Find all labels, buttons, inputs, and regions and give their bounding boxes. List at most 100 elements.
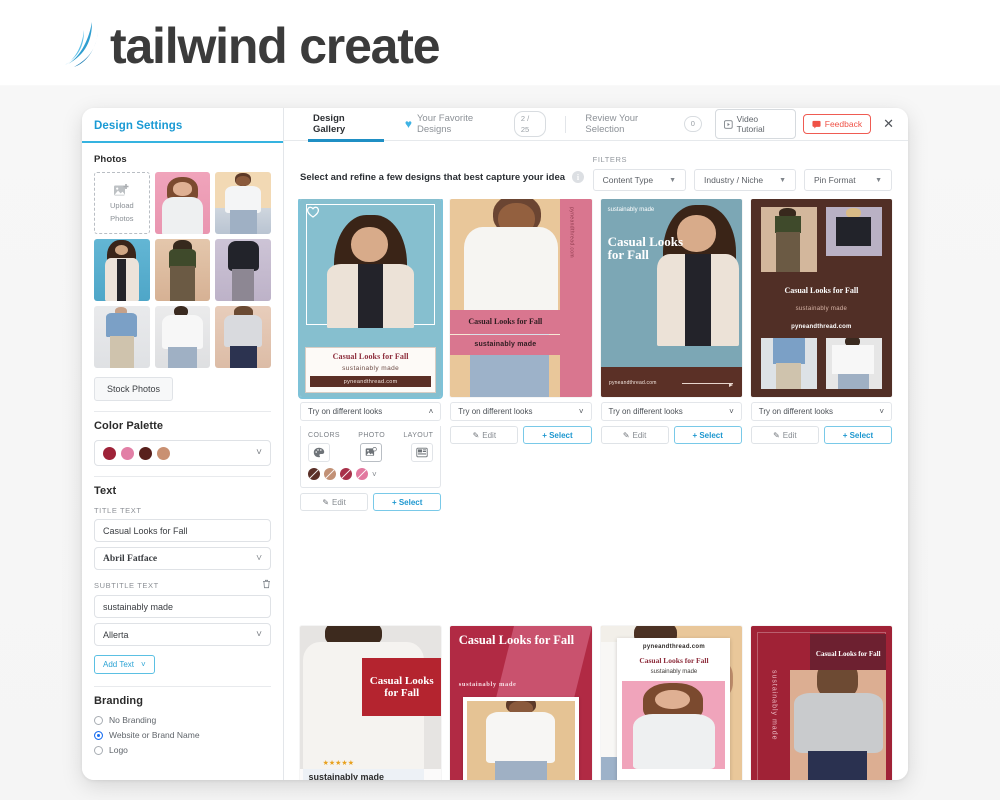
chevron-down-icon[interactable]: ˅: [372, 470, 377, 479]
select-button[interactable]: + Select: [523, 426, 592, 444]
poster-subtitle: sustainably made: [770, 669, 778, 741]
close-icon[interactable]: ✕: [879, 116, 898, 132]
feedback-button[interactable]: Feedback: [802, 114, 872, 134]
image-plus-icon: [114, 184, 129, 196]
caret-down-icon: ▼: [779, 176, 786, 184]
design-preview-8[interactable]: Casual Looks for Fall sustainably made p…: [750, 626, 892, 780]
color-variant-4[interactable]: [356, 468, 368, 480]
tab-review-your-selection[interactable]: Review Your Selection 0: [572, 108, 715, 141]
design-preview-7[interactable]: pyneandthread.com Casual Looks for Fall …: [600, 626, 742, 780]
photo-thumb[interactable]: [154, 239, 211, 301]
design-card: Casual Looks for Fall sustainably made p…: [750, 199, 892, 511]
filter-label: Pin Format: [814, 175, 856, 185]
filter-industry-niche[interactable]: Industry / Niche ▼: [694, 169, 796, 191]
edit-button[interactable]: ✎ Edit: [300, 493, 369, 511]
filter-label: Content Type: [602, 175, 654, 185]
chevron-down-icon: ˅: [578, 407, 584, 416]
poster-website: pyneandthread.com: [310, 376, 432, 387]
design-color-variants: ˅: [308, 468, 433, 480]
poster-title: Casual Looks for Fall: [815, 649, 881, 658]
tab-label: Review Your Selection: [585, 113, 639, 135]
design-settings-sidebar: Design Settings Photos Upload Photos Sto…: [82, 108, 284, 780]
stock-photos-button[interactable]: Stock Photos: [94, 377, 174, 401]
poster-subtitle: sustainably made: [308, 772, 384, 780]
video-tutorial-button[interactable]: Video Tutorial: [714, 109, 796, 139]
palette-swatch-2: [121, 446, 134, 460]
color-variant-2[interactable]: [324, 468, 336, 480]
poster-subtitle: sustainably made: [474, 341, 537, 349]
info-icon[interactable]: i: [572, 171, 585, 183]
photo-thumb[interactable]: [154, 306, 211, 368]
branding-option-website[interactable]: Website or Brand Name: [94, 730, 271, 740]
filter-pin-format[interactable]: Pin Format ▼: [804, 169, 892, 191]
pencil-icon: ✎: [322, 497, 330, 507]
poster-website: pyneandthread.com: [608, 380, 657, 386]
color-variant-1[interactable]: [308, 468, 320, 480]
design-card: pyneandthread.com Casual Looks for Fall …: [600, 626, 742, 780]
design-preview-1[interactable]: Casual Looks for Fall sustainably made p…: [297, 199, 444, 399]
photo-thumb[interactable]: [154, 172, 211, 234]
try-different-looks-toggle-1[interactable]: Try on different looks ˄: [300, 402, 442, 421]
design-preview-4[interactable]: Casual Looks for Fall sustainably made p…: [750, 199, 892, 397]
subtitle-text-label: SUBTITLE TEXT: [94, 579, 271, 591]
photo-thumb[interactable]: [215, 306, 271, 368]
color-palette-selector[interactable]: ˅: [94, 440, 271, 466]
color-variant-3[interactable]: [340, 468, 352, 480]
gallery-instruction: Select and refine a few designs that bes…: [300, 155, 585, 183]
design-preview-6[interactable]: Casual Looks for Fall sustainably made: [450, 626, 592, 780]
design-card: Casual Looks for Fall sustainably made: [450, 626, 592, 780]
poster-website: pyneandthread.com: [568, 206, 575, 258]
design-row: Casual Looks for Fall ★★★★★ sustainably …: [300, 626, 892, 780]
photo-thumb[interactable]: [94, 239, 150, 301]
edit-label: Edit: [632, 430, 647, 440]
subtitle-text-label-text: SUBTITLE TEXT: [94, 580, 159, 590]
pencil-icon: ✎: [773, 430, 780, 440]
select-button[interactable]: + Select: [373, 493, 442, 511]
upload-label-1: Upload: [109, 201, 134, 211]
try-different-looks-toggle-3[interactable]: Try on different looks ˅: [600, 402, 742, 421]
photo-thumb[interactable]: [215, 239, 271, 301]
upload-photos-button[interactable]: Upload Photos: [94, 172, 150, 234]
caret-down-icon: ▼: [875, 176, 882, 184]
design-preview-3[interactable]: sustainably made Casual Looks for Fall p…: [600, 199, 742, 397]
select-button[interactable]: + Select: [673, 426, 742, 444]
palette-icon[interactable]: [308, 443, 330, 462]
layout-icon[interactable]: [411, 443, 434, 462]
design-preview-2[interactable]: pyneandthread.com Casual Looks for Fall …: [450, 199, 592, 397]
select-button[interactable]: + Select: [823, 426, 892, 444]
branding-option-logo[interactable]: Logo: [94, 745, 271, 755]
photo-grid: Upload Photos: [94, 172, 271, 368]
edit-button[interactable]: ✎ Edit: [600, 426, 669, 444]
trash-icon[interactable]: [262, 579, 271, 591]
brand-logo: tailwind create: [62, 6, 441, 86]
chevron-down-icon: ˅: [256, 447, 262, 458]
add-text-button[interactable]: Add Text ˅: [94, 655, 155, 674]
edit-button[interactable]: ✎ Edit: [450, 426, 519, 444]
photo-thumb[interactable]: [215, 172, 271, 234]
radio-icon: [94, 715, 103, 725]
subtitle-font-select[interactable]: Allerta ˅: [94, 623, 271, 646]
poster-subtitle: sustainably made: [607, 206, 655, 213]
title-text-input[interactable]: Casual Looks for Fall: [94, 519, 271, 542]
filters-group: FILTERS Content Type ▼ Industry / Niche …: [592, 155, 892, 191]
photo-thumb[interactable]: [94, 306, 150, 368]
gallery-instruction-text: Select and refine a few designs that bes…: [300, 171, 566, 183]
try-different-looks-toggle-4[interactable]: Try on different looks ˅: [750, 402, 892, 421]
design-preview-5[interactable]: Casual Looks for Fall ★★★★★ sustainably …: [300, 626, 442, 780]
chevron-up-icon: ˄: [428, 407, 434, 416]
tab-your-favorite-designs[interactable]: ♥ Your Favorite Designs 2 / 25: [392, 108, 560, 141]
tab-design-gallery[interactable]: Design Gallery: [300, 108, 392, 142]
filter-content-type[interactable]: Content Type ▼: [592, 169, 686, 191]
title-font-select[interactable]: Abril Fatface ˅: [94, 547, 271, 570]
branding-option-no-branding[interactable]: No Branding: [94, 715, 271, 725]
edit-button[interactable]: ✎ Edit: [750, 426, 819, 444]
image-swap-icon[interactable]: [359, 443, 382, 462]
heart-outline-icon[interactable]: [305, 204, 320, 219]
try-different-looks-toggle-2[interactable]: Try on different looks ˅: [450, 402, 592, 421]
poster-title: Casual Looks for Fall: [784, 286, 859, 296]
branding-heading: Branding: [94, 695, 144, 707]
poster-website: pyneandthread.com: [642, 643, 705, 650]
poster-title: Casual Looks for Fall: [639, 655, 709, 665]
card-actions-1: ✎ Edit + Select: [300, 493, 442, 511]
subtitle-text-input[interactable]: sustainably made: [94, 595, 271, 618]
